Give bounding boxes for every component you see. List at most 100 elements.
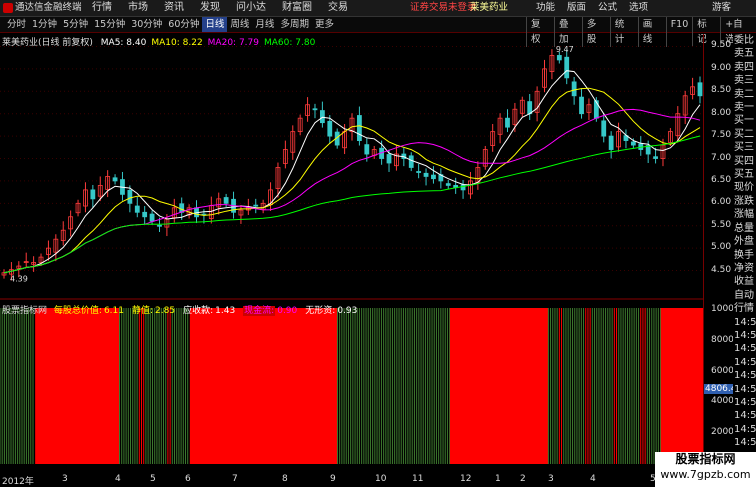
quote-panel: 委比 卖五 卖四 卖三 卖二 卖一 买一 买二 买三 买四 买五 现价 涨跌 涨幅 总量 外盘 换手 净资 收益 自动… (733, 34, 756, 487)
quote-row[interactable]: 14:50 (733, 329, 756, 342)
quote-row[interactable]: 涨跌 (733, 195, 756, 208)
candle-body (460, 184, 466, 191)
quote-row[interactable]: 买一 (733, 114, 756, 127)
indicator-tick: 8000 (711, 334, 734, 345)
candle-body (593, 100, 599, 119)
price-axis: 9.50 9.00 8.50 8.00 7.50 7.00 6.50 6.00 5.50 5.00… (703, 34, 744, 470)
current-stock-label: 莱美药业 (470, 2, 509, 13)
indicator-item-label: 应收款: (183, 306, 214, 316)
indicator-item-label: 现金流: (243, 306, 276, 316)
quote-row[interactable]: 买三 (733, 141, 756, 154)
quote-row[interactable]: 换手 (733, 249, 756, 262)
app-window: 通达信金融终端 行情 市场 资讯 发现 问小达 财富圈 交易 证券交易未登录 莱… (0, 0, 756, 487)
quote-row[interactable]: 涨幅 (733, 208, 756, 221)
candle-body (253, 204, 259, 207)
quote-row[interactable]: 现价 (733, 181, 756, 194)
candle-body (608, 135, 614, 150)
quote-row[interactable]: 14:50 (733, 369, 756, 382)
quote-row[interactable]: 14:50 (733, 396, 756, 409)
indicator-item-0: 每股总价值: 6.11 (54, 306, 128, 316)
date-tick: 9 (330, 474, 336, 484)
period-tab-2[interactable]: 5分钟 (60, 17, 91, 32)
candle-body (408, 155, 414, 168)
price-tick: 7.50 (711, 130, 732, 141)
quote-row[interactable]: 卖四 (733, 61, 756, 74)
menu-item-market2[interactable]: 市场 (120, 0, 156, 16)
quote-row[interactable]: 14:50 (733, 316, 756, 329)
candle-body (312, 108, 318, 111)
indicator-name: 股票指标网 (2, 306, 48, 316)
menu-item-news[interactable]: 资讯 (156, 0, 192, 16)
menu-item-layout[interactable]: 版面 (561, 0, 592, 16)
quote-row[interactable]: 14:50 (733, 436, 756, 449)
period-tab-4[interactable]: 30分钟 (128, 17, 165, 32)
quote-row[interactable]: 总量 (733, 222, 756, 235)
period-tab-9[interactable]: 多周期 (277, 17, 312, 32)
candle-body (630, 141, 636, 146)
period-tab-5[interactable]: 60分钟 (165, 17, 202, 32)
watermark: 股票指标网 www.7gpzb.com (655, 452, 756, 487)
menu-item-trade[interactable]: 交易 (320, 0, 356, 16)
quote-row[interactable]: 委比 (733, 34, 756, 47)
quote-row[interactable]: 卖三 (733, 74, 756, 87)
date-tick: 4 (115, 474, 121, 484)
menu-item-function[interactable]: 功能 (530, 0, 561, 16)
period-tab-6[interactable]: 日线 (202, 17, 228, 32)
quote-row[interactable]: 买四 (733, 155, 756, 168)
period-tab-7[interactable]: 周线 (227, 17, 252, 32)
quote-row[interactable]: 外盘 (733, 235, 756, 248)
ma-label-0: MA5: 8.40 (100, 38, 147, 48)
date-tick: 12 (460, 474, 472, 484)
quote-row[interactable]: 收益 (733, 275, 756, 288)
quote-row[interactable]: 买二 (733, 128, 756, 141)
quote-row[interactable]: 卖五 (733, 47, 756, 60)
period-tab-3[interactable]: 15分钟 (91, 17, 128, 32)
menu-item-formula[interactable]: 公式 (592, 0, 623, 16)
period-tab-8[interactable]: 月线 (252, 17, 277, 32)
menu-item-options[interactable]: 选项 (623, 0, 654, 16)
date-tick: 11 (412, 474, 424, 484)
quote-row[interactable]: 14:50 (733, 423, 756, 436)
right-menu: 功能 版面 公式 选项 (530, 0, 654, 16)
quote-row[interactable]: 14:50 (733, 342, 756, 355)
menu-item-discover[interactable]: 发现 (192, 0, 228, 16)
candle-body (505, 117, 510, 128)
candle-body (142, 211, 148, 218)
quote-row[interactable]: 行情 (733, 302, 756, 315)
quote-row[interactable]: 买五 (733, 168, 756, 181)
period-tab-0[interactable]: 分时 (4, 17, 29, 32)
price-tick: 9.50 (711, 40, 732, 51)
quote-row[interactable]: 14:50 (733, 356, 756, 369)
candle-body (697, 82, 703, 97)
quote-row[interactable]: 净资 (733, 262, 756, 275)
indicator-item-label: 无形资: (305, 306, 336, 316)
quote-row[interactable]: 14:50 (733, 409, 756, 422)
ma-label-3: MA60: 7.80 (263, 38, 316, 48)
period-tab-10[interactable]: 更多 (312, 17, 337, 32)
price-tick: 6.50 (711, 174, 732, 185)
quote-row[interactable]: 14:50 (733, 383, 756, 396)
ma5-line (3, 70, 701, 274)
login-notice[interactable]: 证券交易未登录 (410, 0, 477, 16)
menu-item-market[interactable]: 行情 (84, 0, 120, 16)
menu-item-ask[interactable]: 问小达 (228, 0, 274, 16)
kline-chart[interactable]: 9.47 4.39 (0, 34, 703, 474)
quote-row[interactable]: 自动 (733, 289, 756, 302)
ma-legend: 莱美药业(日线 前复权) MA5: 8.40 MA10: 8.22 MA20: 7.… (2, 35, 320, 48)
date-tick: 1 (495, 474, 501, 484)
date-tick: 7 (232, 474, 238, 484)
guest-user[interactable]: 游客 (712, 0, 731, 16)
ma-label-1: MA10: 8.22 (151, 38, 203, 48)
quote-row[interactable]: 卖一 (733, 101, 756, 114)
indicator-item-value: 2.85 (155, 306, 176, 316)
app-title: 通达信金融终端 (15, 2, 82, 13)
candle-body (579, 96, 584, 115)
quote-row[interactable]: 卖二 (733, 88, 756, 101)
indicator-bar-red (660, 308, 703, 464)
date-tick: 3 (62, 474, 68, 484)
candle-body (327, 120, 333, 137)
candle-body (149, 213, 155, 222)
date-tick: 5 (150, 474, 156, 484)
period-tab-1[interactable]: 1分钟 (29, 17, 60, 32)
menu-item-wealth[interactable]: 财富圈 (274, 0, 320, 16)
